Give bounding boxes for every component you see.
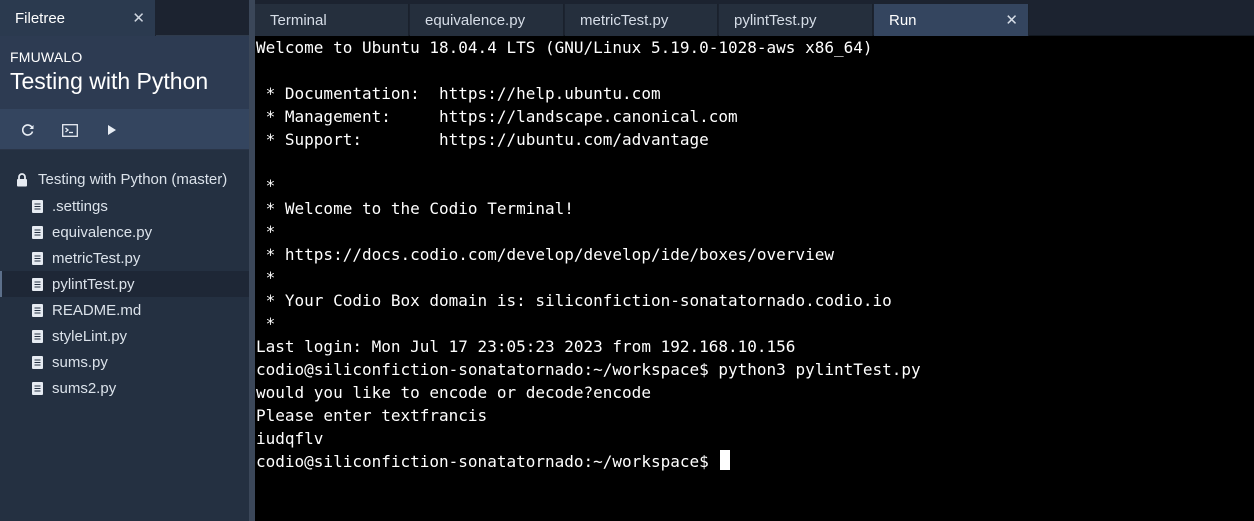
tab-filetree[interactable]: Filetree ✕ [0, 0, 156, 36]
terminal-line: * [256, 268, 276, 287]
terminal-icon[interactable] [60, 121, 80, 139]
project-owner: FMUWALO [10, 49, 83, 65]
file-item-label: .settings [52, 197, 108, 215]
terminal-line: Welcome to Ubuntu 18.04.4 LTS (GNU/Linux… [256, 38, 873, 57]
file-item-label: pylintTest.py [52, 275, 135, 293]
file-icon [32, 355, 43, 369]
file-item-label: README.md [52, 301, 142, 319]
file-item-label: sums.py [52, 353, 108, 371]
file-icon [32, 251, 43, 265]
terminal-line: * Documentation: https://help.ubuntu.com [256, 84, 661, 103]
tab-run[interactable]: Run ✕ [874, 4, 1029, 36]
tab-terminal[interactable]: Terminal [255, 4, 409, 36]
file-item-label: styleLint.py [52, 327, 128, 345]
file-item[interactable]: .settings [0, 193, 249, 219]
project-title: Testing with Python [10, 68, 209, 94]
file-icon [32, 329, 43, 343]
filetree-panel: Filetree ✕ FMUWALO Testing with Python T… [0, 0, 249, 521]
refresh-icon[interactable] [18, 121, 38, 139]
lock-icon [17, 172, 27, 186]
file-item[interactable]: metricTest.py [0, 245, 249, 271]
terminal-line: * https://docs.codio.com/develop/develop… [256, 245, 834, 264]
terminal-line: iudqflv [256, 429, 324, 448]
terminal-line: Last login: Mon Jul 17 23:05:23 2023 fro… [256, 337, 796, 356]
terminal-line: * Your Codio Box domain is: siliconficti… [256, 291, 892, 310]
file-icon [32, 199, 43, 213]
terminal-line: * [256, 176, 276, 195]
file-item[interactable]: README.md [0, 297, 249, 323]
file-item[interactable]: sums2.py [0, 375, 249, 401]
close-icon[interactable]: ✕ [1005, 11, 1018, 29]
terminal-output[interactable]: Welcome to Ubuntu 18.04.4 LTS (GNU/Linux… [255, 36, 1254, 521]
file-icon [32, 225, 43, 239]
file-icon [32, 277, 43, 291]
tab-equivalence-py[interactable]: equivalence.py [410, 4, 564, 36]
editor-tabbar: Terminal equivalence.py metricTest.py pylin… [255, 0, 1254, 36]
editor-panel: Terminal equivalence.py metricTest.py pylin… [255, 0, 1254, 521]
terminal-line: * Support: https://ubuntu.com/advantage [256, 130, 709, 149]
terminal-prompt-line[interactable]: codio@siliconfiction-sonatatornado:~/wor… [256, 450, 1254, 473]
terminal-line: Please enter textfrancis [256, 406, 488, 425]
file-list: .settings equivalence.py metricTest.py pyli… [0, 193, 249, 401]
tab-metrictest-py[interactable]: metricTest.py [565, 4, 718, 36]
tab-label: equivalence.py [425, 11, 526, 29]
tab-label: Terminal [270, 11, 327, 29]
tab-filetree-label: Filetree [15, 9, 66, 27]
tree-root-folder[interactable]: Testing with Python (master) [0, 166, 249, 193]
terminal-line: codio@siliconfiction-sonatatornado:~/wor… [256, 360, 921, 379]
file-item[interactable]: styleLint.py [0, 323, 249, 349]
tab-label: Run [889, 11, 917, 29]
terminal-line: * [256, 222, 276, 241]
play-icon[interactable] [102, 121, 122, 139]
filetree-toolbar [0, 109, 249, 150]
file-item-label: equivalence.py [52, 223, 153, 241]
file-item[interactable]: equivalence.py [0, 219, 249, 245]
tab-label: metricTest.py [580, 11, 669, 29]
project-header: FMUWALO Testing with Python [0, 36, 249, 109]
file-icon [32, 303, 43, 317]
terminal-prompt: codio@siliconfiction-sonatatornado:~/wor… [256, 452, 719, 471]
tab-pylinttest-py[interactable]: pylintTest.py [719, 4, 873, 36]
filetree-tabbar: Filetree ✕ [0, 0, 249, 36]
terminal-line: * [256, 314, 276, 333]
file-tree: Testing with Python (master) .settings eq… [0, 166, 249, 401]
file-item[interactable]: sums.py [0, 349, 249, 375]
terminal-cursor [720, 450, 731, 470]
file-icon [32, 381, 43, 395]
terminal-line: * Management: https://landscape.canonica… [256, 107, 738, 126]
file-item-label: sums2.py [52, 379, 117, 397]
file-item[interactable]: pylintTest.py [0, 271, 249, 297]
terminal-line: would you like to encode or decode?encod… [256, 383, 651, 402]
tab-label: pylintTest.py [734, 11, 817, 29]
terminal-line: * Welcome to the Codio Terminal! [256, 199, 574, 218]
tree-root-label: Testing with Python (master) [38, 171, 228, 188]
file-item-label: metricTest.py [52, 249, 141, 267]
close-icon[interactable]: ✕ [132, 9, 145, 27]
